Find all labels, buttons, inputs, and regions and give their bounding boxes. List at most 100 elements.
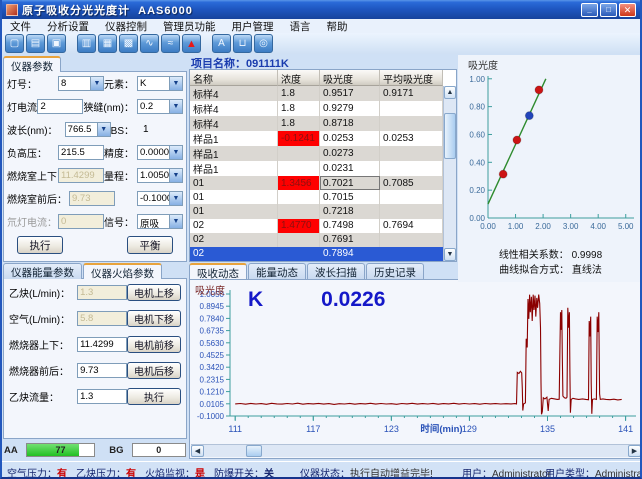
range-combo[interactable]: 1.0050▼ (137, 168, 183, 183)
wavelength-combo[interactable]: 766.5▼ (65, 122, 111, 137)
toolbar-button-lamp-setup[interactable]: ▥ (77, 34, 96, 53)
table-row[interactable]: 020.7894 (190, 247, 443, 261)
table-row[interactable]: 021.47700.74980.7694 (190, 219, 443, 233)
chevron-down-icon[interactable]: ▼ (169, 215, 182, 228)
chevron-down-icon[interactable]: ▼ (169, 77, 182, 90)
table-row[interactable]: 011.34560.70210.7085 (190, 176, 443, 190)
burner-updown-input[interactable]: 11.4299 (77, 337, 127, 352)
burner-frontback-input[interactable]: 9.73 (77, 363, 127, 378)
menu-item-user-management[interactable]: 用户管理 (224, 19, 282, 34)
table-row[interactable]: 标样41.80.9279 (190, 101, 443, 116)
tab-wavelength-scan[interactable]: 波长扫描 (307, 263, 365, 279)
chevron-down-icon[interactable]: ▼ (97, 123, 110, 136)
chevron-down-icon[interactable]: ▼ (169, 192, 182, 205)
cell-concentration (278, 247, 320, 261)
horizontal-scrollbar[interactable]: ◀ ▶ (191, 444, 641, 457)
svg-text:2.00: 2.00 (535, 222, 551, 231)
tab-history[interactable]: 历史记录 (366, 263, 424, 279)
acetylene-label: 乙炔(L/min)： (9, 285, 77, 300)
toolbar-button-autozero[interactable]: A (212, 34, 231, 53)
offset-value: -0.1000 (138, 192, 169, 205)
menu-item-help[interactable]: 帮助 (319, 19, 356, 34)
execute-button[interactable]: 执行 (17, 236, 63, 254)
toolbar-button-new-file[interactable]: ▢ (5, 34, 24, 53)
scroll-left-icon[interactable]: ◀ (191, 445, 204, 457)
menu-item-analysis-settings[interactable]: 分析设置 (39, 19, 97, 34)
execute-button[interactable]: 执行 (127, 388, 181, 405)
offset-combo[interactable]: -0.1000▼ (137, 191, 183, 206)
title-bar[interactable]: 原子吸收分光光度计 AAS6000 _ □ ✕ (2, 0, 640, 19)
project-name: 项目名称：091111K (191, 55, 289, 68)
balance-button[interactable]: 平衡 (127, 236, 173, 254)
column-header[interactable]: 浓度 (278, 70, 320, 86)
toolbar-button-peak-search[interactable]: ∿ (140, 34, 159, 53)
signal-mode-combo[interactable]: 原吸▼ (137, 214, 183, 229)
menu-item-file[interactable]: 文件 (2, 19, 39, 34)
toolbar-button-wavelength-adjust[interactable]: ≈ (161, 34, 180, 53)
element-value: K (138, 77, 169, 90)
energy-adjust-icon: ▩ (124, 38, 133, 49)
chevron-down-icon[interactable]: ▼ (169, 100, 182, 113)
scrollbar-thumb[interactable] (444, 113, 456, 159)
cell-absorbance: 0.7021 (320, 176, 380, 190)
tab-energy-dynamics[interactable]: 能量动态 (248, 263, 306, 279)
motor-up-button[interactable]: 电机上移 (127, 284, 181, 301)
burner-frontback-input: 9.73 (69, 191, 115, 206)
scroll-up-icon[interactable]: ▲ (444, 86, 456, 99)
precision-combo[interactable]: 0.0000▼ (137, 145, 183, 160)
cell-concentration (278, 190, 320, 204)
tab-absorption-dynamics[interactable]: 吸收动态 (189, 263, 247, 279)
instrument-status: 仪器状态：执行自动增益完毕! (300, 465, 433, 479)
table-row[interactable]: 样品1-0.12410.02530.0253 (190, 131, 443, 146)
bg-label: BG (109, 445, 123, 456)
lamp-current-input[interactable]: 2 (37, 99, 83, 114)
close-button[interactable]: ✕ (619, 3, 636, 17)
tab-energy-params[interactable]: 仪器能量参数 (3, 263, 82, 279)
column-header[interactable]: 名称 (190, 70, 278, 86)
cell-avg-absorbance: 0.7085 (380, 176, 443, 190)
table-row[interactable]: 010.7015 (190, 190, 443, 204)
maximize-button[interactable]: □ (600, 3, 617, 17)
toolbar-button-flame-control[interactable]: ▲ (182, 34, 201, 53)
menu-item-language[interactable]: 语言 (282, 19, 319, 34)
acetylene-flow-input[interactable]: 1.3 (77, 389, 127, 404)
chevron-down-icon[interactable]: ▼ (90, 77, 103, 90)
table-row[interactable]: 010.7218 (190, 204, 443, 218)
motor-down-button[interactable]: 电机下移 (127, 310, 181, 327)
lamp-no-combo[interactable]: 8▼ (58, 76, 104, 91)
tab-instrument-params[interactable]: 仪器参数 (3, 56, 61, 72)
element-combo[interactable]: K▼ (137, 76, 183, 91)
burner-frontback-label: 燃烧器前后： (9, 363, 77, 378)
toolbar-button-lamp-position[interactable]: ▦ (98, 34, 117, 53)
motor-forward-button[interactable]: 电机前移 (127, 336, 181, 353)
toolbar-button-energy-adjust[interactable]: ▩ (119, 34, 138, 53)
table-row[interactable]: 样品10.0231 (190, 161, 443, 176)
toolbar-button-measure-beaker[interactable]: ⊔ (233, 34, 252, 53)
motor-backward-button[interactable]: 电机后移 (127, 362, 181, 379)
cell-concentration (278, 146, 320, 161)
scrollbar-thumb[interactable] (246, 445, 262, 457)
burner-updown-input: 11.4299 (58, 168, 104, 183)
table-row[interactable]: 020.7691 (190, 233, 443, 247)
toolbar-button-open-folder[interactable]: ▤ (26, 34, 45, 53)
table-row[interactable]: 样品10.0273 (190, 146, 443, 161)
neg-high-voltage-input[interactable]: 215.5 (58, 145, 104, 160)
tab-flame-params[interactable]: 仪器火焰参数 (83, 263, 162, 279)
chevron-down-icon[interactable]: ▼ (169, 169, 182, 182)
column-header[interactable]: 平均吸光度 (380, 70, 443, 86)
scroll-right-icon[interactable]: ▶ (628, 445, 641, 457)
toolbar-button-save[interactable]: ▣ (47, 34, 66, 53)
column-header[interactable]: 吸光度 (320, 70, 380, 86)
bs-value: 1 (137, 124, 183, 135)
scroll-down-icon[interactable]: ▼ (444, 248, 456, 261)
slit-combo[interactable]: 0.2▼ (137, 99, 183, 114)
menu-item-admin-functions[interactable]: 管理员功能 (155, 19, 224, 34)
table-row[interactable]: 标样41.80.95170.9171 (190, 86, 443, 101)
toolbar-button-power[interactable]: ◎ (254, 34, 273, 53)
table-row[interactable]: 标样41.80.8718 (190, 116, 443, 131)
minimize-button[interactable]: _ (581, 3, 598, 17)
menu-item-instrument-control[interactable]: 仪器控制 (97, 19, 155, 34)
table-vertical-scrollbar[interactable]: ▲ ▼ (443, 86, 456, 261)
chevron-down-icon[interactable]: ▼ (169, 146, 182, 159)
cell-absorbance: 0.9517 (320, 86, 380, 101)
